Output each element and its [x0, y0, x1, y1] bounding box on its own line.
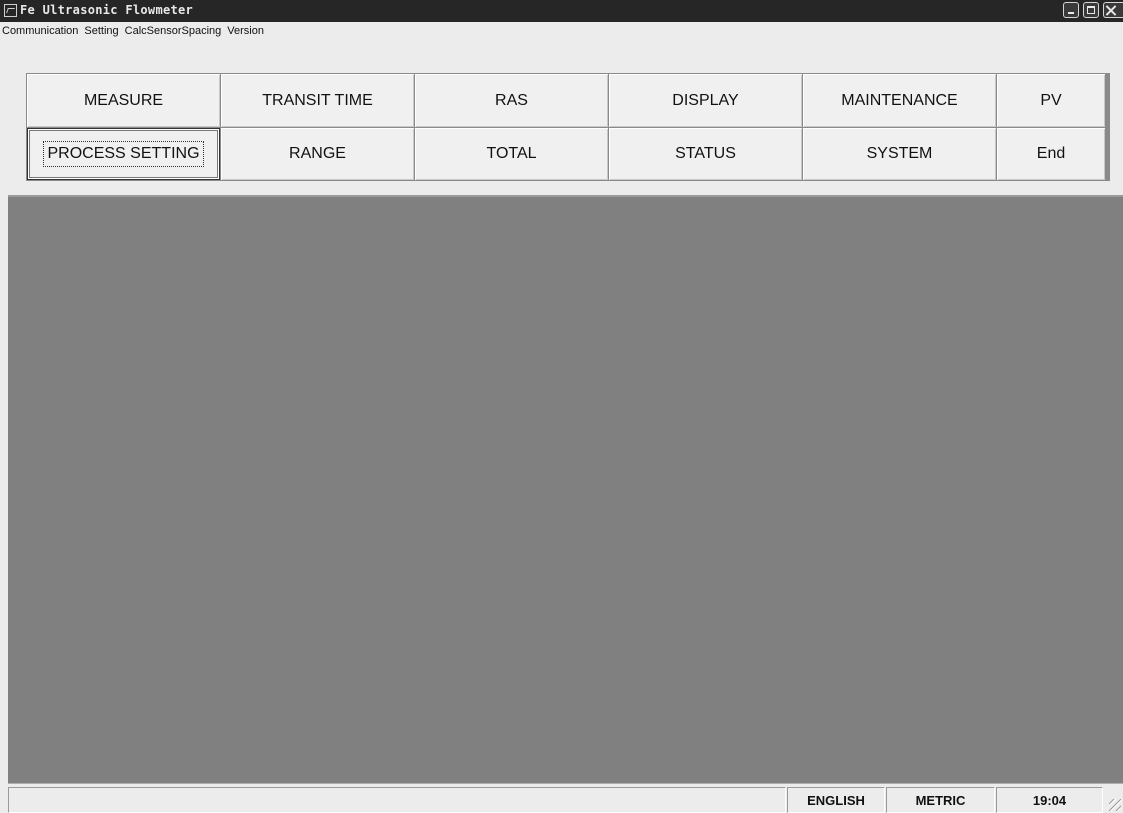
chart-window-icon[interactable] — [4, 4, 17, 17]
transit-time-button[interactable]: TRANSIT TIME — [221, 74, 414, 127]
system-button[interactable]: SYSTEM — [803, 128, 996, 180]
display-button-label: DISPLAY — [672, 91, 739, 109]
title-bar: Fe Ultrasonic Flowmeter — [0, 0, 1123, 22]
menu-setting[interactable]: Setting — [81, 22, 121, 40]
end-button[interactable]: End — [997, 128, 1105, 180]
ras-button[interactable]: RAS — [415, 74, 608, 127]
function-button-grid: MEASURE TRANSIT TIME RAS DISPLAY MAINTEN… — [26, 73, 1110, 181]
end-button-label: End — [1036, 145, 1066, 162]
status-units: METRIC — [886, 787, 995, 813]
menu-bar: Communication Setting CalcSensorSpacing … — [0, 22, 1123, 40]
process-setting-button-label: PROCESS SETTING — [43, 141, 204, 167]
range-button-label: RANGE — [289, 145, 346, 162]
display-button[interactable]: DISPLAY — [609, 74, 802, 127]
status-button[interactable]: STATUS — [609, 128, 802, 180]
maintenance-button[interactable]: MAINTENANCE — [803, 74, 996, 127]
status-clock: 19:04 — [996, 787, 1103, 813]
menu-communication[interactable]: Communication — [0, 22, 81, 40]
system-button-label: SYSTEM — [866, 145, 933, 162]
pv-button[interactable]: PV — [997, 74, 1105, 127]
total-button-label: TOTAL — [486, 145, 537, 162]
maximize-icon[interactable] — [1083, 2, 1099, 18]
resize-grip-icon[interactable] — [1109, 799, 1121, 811]
status-language: ENGLISH — [787, 787, 885, 813]
menu-calc-sensor-spacing[interactable]: CalcSensorSpacing — [122, 22, 225, 40]
ras-button-label: RAS — [495, 91, 528, 109]
close-icon[interactable] — [1103, 2, 1123, 18]
transit-time-button-label: TRANSIT TIME — [262, 91, 373, 109]
measure-button[interactable]: MEASURE — [27, 74, 220, 127]
status-bar: ENGLISH METRIC 19:04 — [8, 783, 1123, 813]
window-title: Fe Ultrasonic Flowmeter — [20, 3, 194, 17]
maintenance-button-label: MAINTENANCE — [841, 91, 958, 109]
minimize-icon[interactable] — [1063, 2, 1079, 18]
total-button[interactable]: TOTAL — [415, 128, 608, 180]
range-button[interactable]: RANGE — [221, 128, 414, 180]
process-setting-button[interactable]: PROCESS SETTING — [27, 128, 220, 180]
status-button-label: STATUS — [675, 145, 736, 162]
measure-button-label: MEASURE — [83, 91, 164, 109]
pv-button-label: PV — [1040, 91, 1062, 109]
status-message-pane — [8, 787, 786, 813]
client-area — [8, 195, 1123, 783]
menu-version[interactable]: Version — [224, 22, 267, 40]
